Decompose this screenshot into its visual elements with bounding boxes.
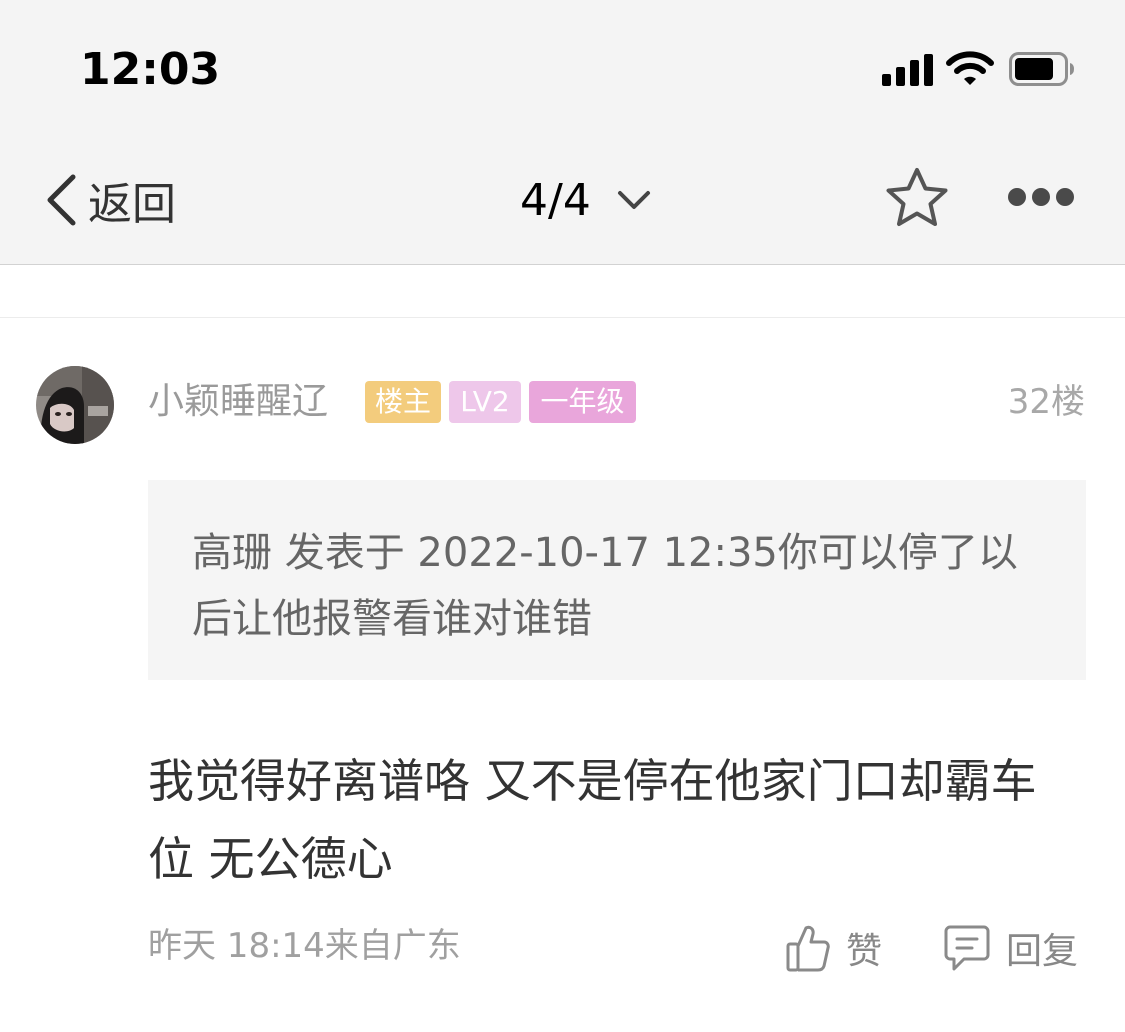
- username[interactable]: 小颖睡醒辽: [148, 380, 328, 424]
- chevron-down-icon: [617, 191, 650, 209]
- reply-label: 回复: [1006, 931, 1079, 972]
- like-label: 赞: [846, 931, 883, 972]
- battery-icon: [1009, 52, 1074, 86]
- thumbs-up-icon: [786, 925, 830, 972]
- floor-number: 32楼: [1007, 382, 1085, 422]
- post-meta: 昨天 18:14来自广东: [148, 926, 461, 966]
- post-body: 我觉得好离谱咯 又不是停在他家门口却霸车位 无公德心: [148, 754, 1037, 886]
- status-time: 12:03: [80, 44, 221, 95]
- owner-badge: 楼主: [365, 381, 441, 423]
- section-divider: [0, 317, 1125, 318]
- comment-icon: [944, 925, 990, 971]
- avatar[interactable]: [36, 366, 114, 444]
- chevron-left-icon: [47, 174, 76, 226]
- like-button[interactable]: 赞: [786, 922, 882, 974]
- reply-button[interactable]: 回复: [944, 922, 1078, 974]
- grade-badge: 一年级: [529, 381, 636, 423]
- more-icon[interactable]: [1006, 184, 1076, 212]
- page-selector[interactable]: 4/4: [520, 168, 651, 232]
- back-label: 返回: [88, 179, 176, 230]
- star-icon[interactable]: [884, 166, 950, 230]
- cellular-signal-icon: [882, 54, 934, 86]
- level-badge: LV2: [449, 381, 521, 423]
- quoted-post[interactable]: 高珊 发表于 2022-10-17 12:35你可以停了以后让他报警看谁对谁错: [148, 480, 1086, 680]
- top-bar: 12:03 返回 4/4: [0, 0, 1125, 265]
- wifi-icon: [946, 51, 994, 85]
- quote-text: 高珊 发表于 2022-10-17 12:35你可以停了以后让他报警看谁对谁错: [192, 530, 1018, 642]
- back-button[interactable]: 返回: [44, 168, 176, 232]
- page-indicator-label: 4/4: [520, 174, 591, 226]
